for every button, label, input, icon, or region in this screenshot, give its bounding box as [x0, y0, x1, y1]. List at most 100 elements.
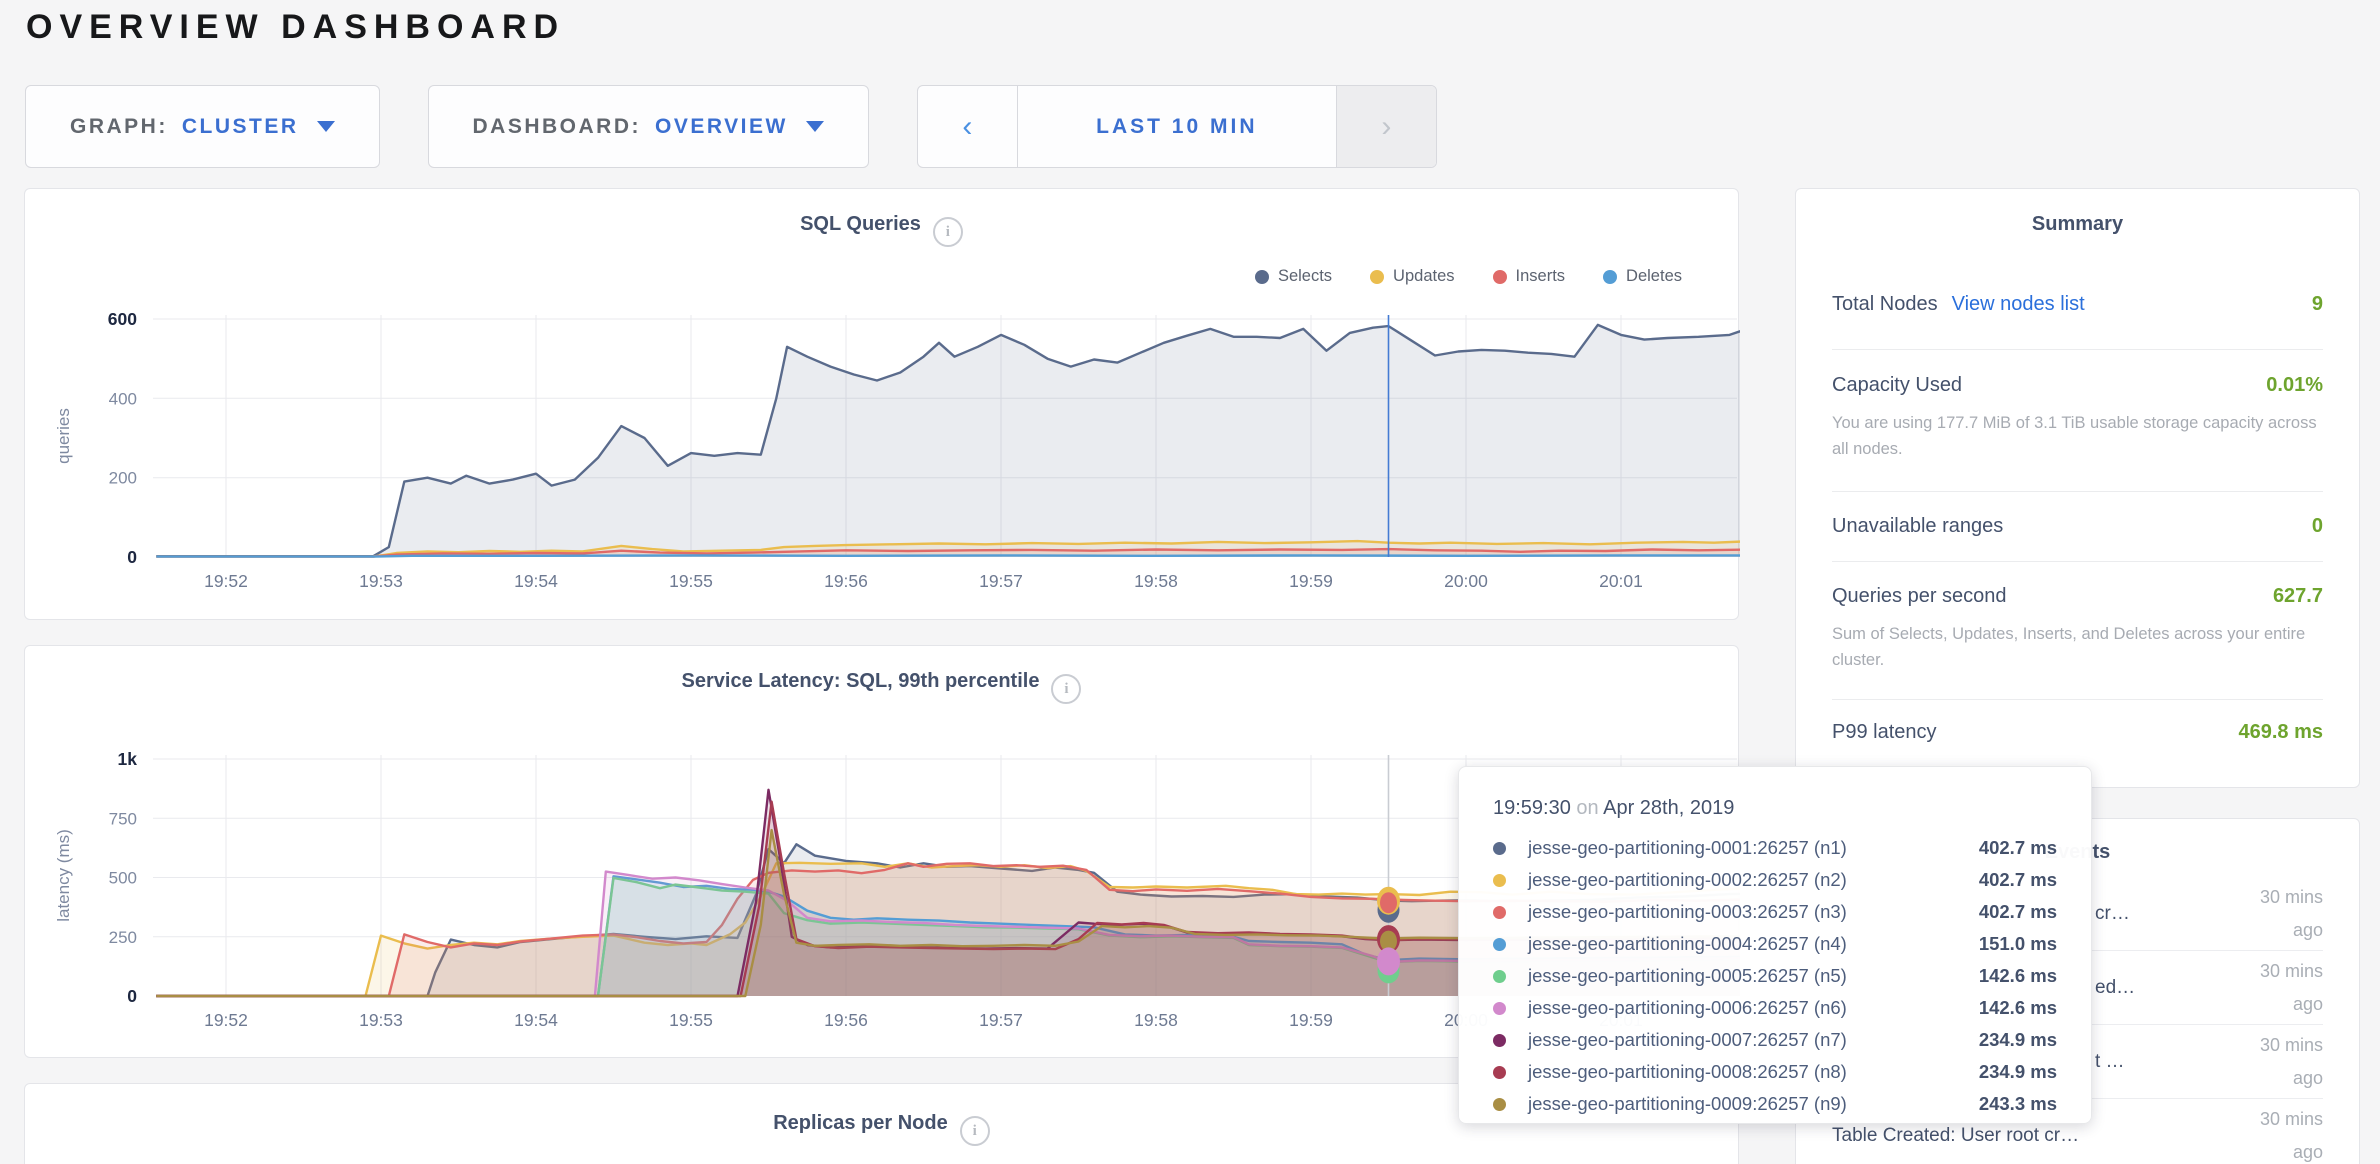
- node-color-dot-icon: [1493, 938, 1506, 951]
- svg-text:0: 0: [127, 986, 137, 1006]
- total-nodes-label: Total Nodes: [1832, 293, 1938, 315]
- summary-title: Summary: [1796, 213, 2359, 236]
- view-nodes-list-link[interactable]: View nodes list: [1952, 293, 2085, 315]
- tooltip-node-name: jesse-geo-partitioning-0003:26257 (n3): [1528, 901, 1979, 923]
- tooltip-row: jesse-geo-partitioning-0007:26257 (n7)23…: [1493, 1024, 2057, 1056]
- svg-text:500: 500: [109, 869, 137, 888]
- svg-text:19:56: 19:56: [824, 571, 868, 591]
- legend-label: Inserts: [1516, 267, 1566, 286]
- tooltip-row: jesse-geo-partitioning-0001:26257 (n1)40…: [1493, 832, 2057, 864]
- summary-row-qps: Queries per second 627.7: [1832, 585, 2323, 608]
- svg-text:20:00: 20:00: [1444, 571, 1488, 591]
- graph-selector[interactable]: GRAPH: CLUSTER: [25, 85, 380, 168]
- legend-label: Selects: [1278, 267, 1332, 286]
- chevron-down-icon: [317, 121, 335, 132]
- tooltip-time: 19:59:30: [1493, 797, 1571, 819]
- tooltip-row: jesse-geo-partitioning-0003:26257 (n3)40…: [1493, 896, 2057, 928]
- info-icon[interactable]: i: [960, 1116, 990, 1146]
- legend-dot-icon: [1493, 270, 1507, 284]
- time-range-label[interactable]: LAST 10 MIN: [1018, 86, 1336, 167]
- svg-text:750: 750: [109, 809, 137, 828]
- info-icon[interactable]: i: [933, 217, 963, 247]
- svg-text:19:59: 19:59: [1289, 1010, 1333, 1030]
- time-next-button[interactable]: ›: [1336, 86, 1436, 167]
- node-color-dot-icon: [1493, 1034, 1506, 1047]
- tooltip-node-value: 234.9 ms: [1979, 1061, 2057, 1083]
- summary-row-p99: P99 latency 469.8 ms: [1832, 721, 2323, 744]
- tooltip-node-name: jesse-geo-partitioning-0002:26257 (n2): [1528, 869, 1979, 891]
- tooltip-node-value: 243.3 ms: [1979, 1093, 2057, 1115]
- svg-text:19:55: 19:55: [669, 571, 713, 591]
- legend-item-updates[interactable]: Updates: [1370, 267, 1454, 286]
- tooltip-node-value: 234.9 ms: [1979, 1029, 2057, 1051]
- p99-latency-value: 469.8 ms: [2238, 721, 2323, 744]
- tooltip-date: Apr 28th, 2019: [1603, 797, 1734, 819]
- event-time-ago: 30 mins ago: [2203, 881, 2323, 946]
- legend-item-inserts[interactable]: Inserts: [1493, 267, 1566, 286]
- tooltip-on-text: on: [1576, 797, 1598, 819]
- node-color-dot-icon: [1493, 906, 1506, 919]
- legend-dot-icon: [1603, 270, 1617, 284]
- tooltip-row: jesse-geo-partitioning-0008:26257 (n8)23…: [1493, 1056, 2057, 1088]
- svg-text:250: 250: [109, 928, 137, 947]
- sql-queries-title: SQL Queriesi: [25, 213, 1738, 247]
- tooltip-rows: jesse-geo-partitioning-0001:26257 (n1)40…: [1493, 832, 2057, 1120]
- qps-label: Queries per second: [1832, 585, 2007, 608]
- tooltip-row: jesse-geo-partitioning-0006:26257 (n6)14…: [1493, 992, 2057, 1024]
- divider: [1832, 699, 2323, 700]
- event-description: Table Created: User root cr…: [1832, 1125, 2079, 1147]
- svg-text:0: 0: [127, 547, 137, 567]
- node-color-dot-icon: [1493, 1002, 1506, 1015]
- svg-text:queries: queries: [54, 408, 73, 464]
- divider: [1832, 491, 2323, 492]
- qps-value: 627.7: [2273, 585, 2323, 608]
- dashboard-controls: GRAPH: CLUSTER DASHBOARD: OVERVIEW ‹ LAS…: [25, 85, 1437, 168]
- tooltip-node-name: jesse-geo-partitioning-0009:26257 (n9): [1528, 1093, 1979, 1115]
- legend-dot-icon: [1255, 270, 1269, 284]
- svg-text:1k: 1k: [118, 749, 138, 769]
- summary-row-total-nodes: Total NodesView nodes list 9: [1832, 293, 2323, 316]
- sql-queries-card: SQL Queriesi Selects Updates Inserts Delete…: [24, 188, 1739, 620]
- tooltip-timestamp: 19:59:30 on Apr 28th, 2019: [1493, 797, 2057, 820]
- event-time-ago: 30 mins ago: [2203, 1029, 2323, 1094]
- capacity-used-value: 0.01%: [2266, 374, 2323, 397]
- tooltip-node-value: 151.0 ms: [1979, 933, 2057, 955]
- unavailable-ranges-value: 0: [2312, 515, 2323, 538]
- capacity-used-label: Capacity Used: [1832, 374, 1962, 397]
- capacity-used-description: You are using 177.7 MiB of 3.1 TiB usabl…: [1832, 411, 2323, 462]
- node-color-dot-icon: [1493, 874, 1506, 887]
- node-color-dot-icon: [1493, 970, 1506, 983]
- time-range-selector: ‹ LAST 10 MIN ›: [917, 85, 1437, 168]
- tooltip-node-name: jesse-geo-partitioning-0005:26257 (n5): [1528, 965, 1979, 987]
- divider: [1832, 349, 2323, 350]
- legend-label: Deletes: [1626, 267, 1682, 286]
- dashboard-selector[interactable]: DASHBOARD: OVERVIEW: [428, 85, 869, 168]
- event-time-ago: 30 mins ago: [2203, 955, 2323, 1020]
- dashboard-selector-label: DASHBOARD:: [473, 115, 642, 139]
- info-icon[interactable]: i: [1051, 674, 1081, 704]
- chevron-down-icon: [806, 121, 824, 132]
- svg-text:19:54: 19:54: [514, 1010, 558, 1030]
- svg-text:600: 600: [108, 309, 137, 329]
- summary-row-unavailable-ranges: Unavailable ranges 0: [1832, 515, 2323, 538]
- time-prev-button[interactable]: ‹: [918, 86, 1018, 167]
- svg-text:19:52: 19:52: [204, 1010, 248, 1030]
- svg-text:19:54: 19:54: [514, 571, 558, 591]
- sql-queries-chart[interactable]: 020040060019:5219:5319:5419:5519:5619:57…: [25, 189, 1740, 621]
- legend-item-selects[interactable]: Selects: [1255, 267, 1332, 286]
- svg-text:19:59: 19:59: [1289, 571, 1333, 591]
- svg-text:latency (ms): latency (ms): [54, 829, 73, 922]
- node-color-dot-icon: [1493, 1098, 1506, 1111]
- svg-text:19:57: 19:57: [979, 571, 1023, 591]
- summary-card: Summary Total NodesView nodes list 9 Cap…: [1795, 188, 2360, 788]
- legend-item-deletes[interactable]: Deletes: [1603, 267, 1682, 286]
- chart-hover-tooltip: 19:59:30 on Apr 28th, 2019 jesse-geo-par…: [1458, 766, 2092, 1124]
- node-color-dot-icon: [1493, 1066, 1506, 1079]
- summary-row-capacity: Capacity Used 0.01%: [1832, 374, 2323, 397]
- dashboard-selector-value: OVERVIEW: [655, 115, 788, 139]
- unavailable-ranges-label: Unavailable ranges: [1832, 515, 2003, 538]
- tooltip-node-value: 402.7 ms: [1979, 869, 2057, 891]
- tooltip-node-value: 142.6 ms: [1979, 965, 2057, 987]
- svg-text:19:56: 19:56: [824, 1010, 868, 1030]
- divider: [1832, 561, 2323, 562]
